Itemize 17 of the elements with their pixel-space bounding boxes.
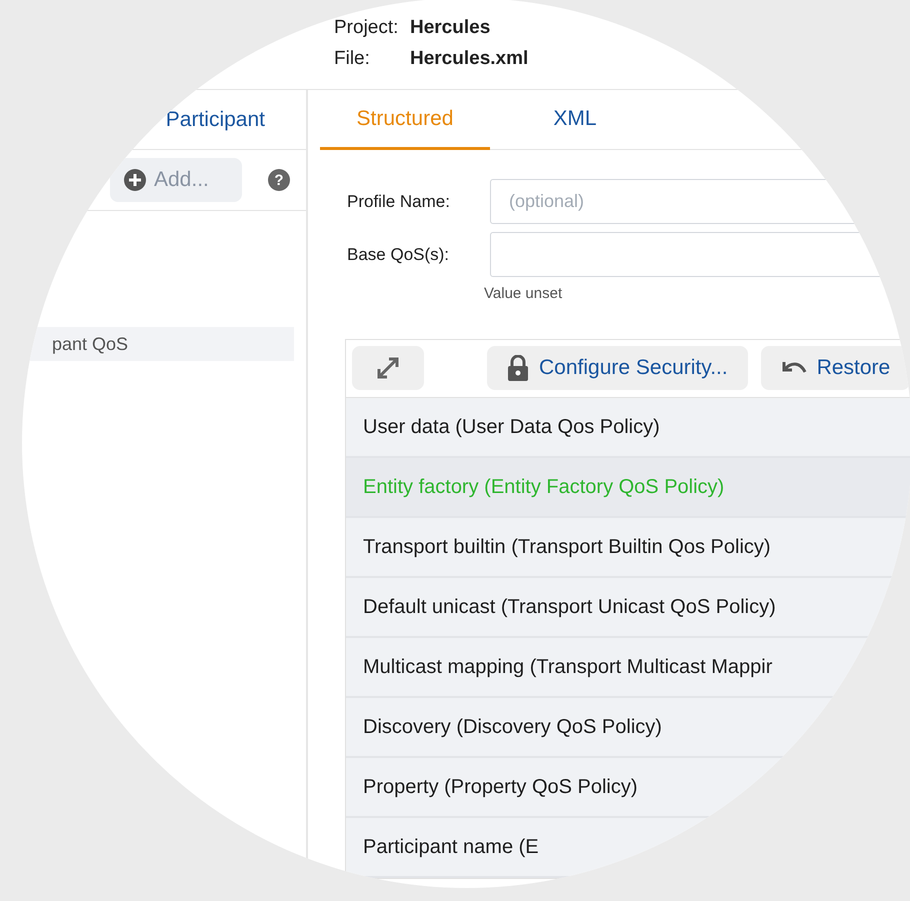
lock-icon: [507, 355, 529, 381]
toolbar-button[interactable]: Restore: [760, 346, 910, 390]
help-icon[interactable]: ?: [268, 169, 290, 191]
plus-icon: [124, 169, 146, 191]
expand-button[interactable]: [352, 346, 424, 390]
policy-row[interactable]: User data (User Data Qos Policy): [346, 398, 910, 458]
file-label: File:: [334, 46, 371, 70]
field-label: Profile Name:: [347, 190, 451, 213]
expand-icon: [375, 355, 401, 381]
panel-title[interactable]: Participant: [166, 104, 265, 136]
toolbar-button[interactable]: Configure Security...: [487, 346, 748, 390]
field-hint: Value unset: [484, 284, 564, 304]
project-name: Hercules: [410, 17, 490, 38]
project-label: Project:: [334, 16, 400, 40]
file-name: Hercules.xml: [410, 48, 528, 68]
field-label: Base QoS(s):: [347, 244, 450, 266]
tab[interactable]: XML: [490, 90, 660, 150]
